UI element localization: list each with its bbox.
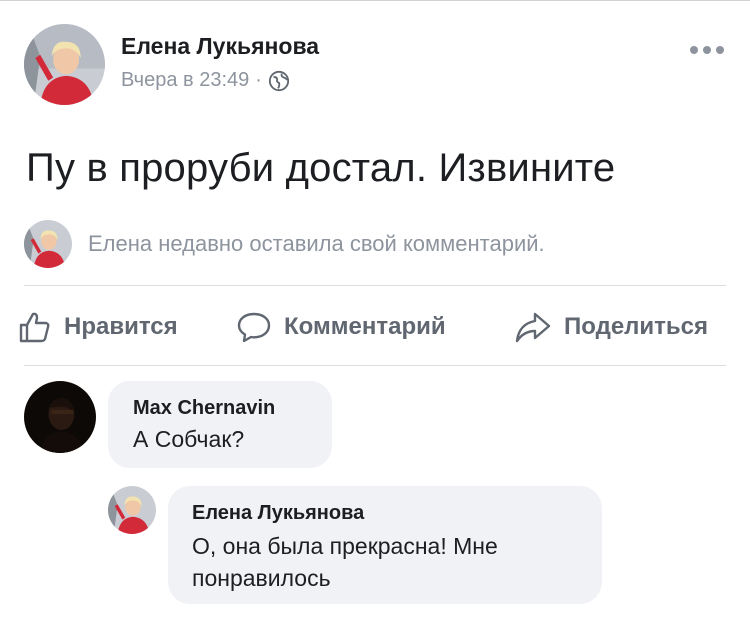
- comment-button[interactable]: Комментарий: [236, 305, 446, 349]
- comment-bubble: Max Chernavin А Собчак?: [108, 381, 332, 468]
- commenter-avatar[interactable]: [24, 381, 96, 453]
- reply-avatar-image: [108, 486, 156, 534]
- comment-label: Комментарий: [284, 313, 446, 340]
- divider-top: [24, 285, 726, 286]
- comment-bubble-icon: [237, 312, 271, 343]
- reply-text-line-1: О, она была прекрасна! Мне: [192, 533, 498, 559]
- author-avatar-image: [24, 24, 105, 105]
- more-options-icon[interactable]: [690, 40, 724, 60]
- more-dot: [716, 46, 724, 54]
- thumbs-up-icon: [19, 312, 50, 343]
- reply-bubble: Елена Лукьянова О, она была прекрасна! М…: [168, 486, 602, 604]
- commenter-avatar-image: [24, 381, 96, 453]
- comment-text: А Собчак?: [133, 426, 245, 452]
- comment-author[interactable]: Max Chernavin: [133, 397, 275, 420]
- reply-author[interactable]: Елена Лукьянова: [192, 502, 364, 525]
- share-label: Поделиться: [564, 313, 709, 340]
- meta-separator: ·: [255, 69, 262, 91]
- like-button[interactable]: Нравится: [18, 305, 178, 349]
- recent-activity-avatar[interactable]: [24, 220, 72, 268]
- recent-activity-avatar-image: [24, 220, 72, 268]
- like-label: Нравится: [64, 313, 178, 340]
- reply-avatar[interactable]: [108, 486, 156, 534]
- more-dot: [703, 46, 711, 54]
- globe-icon: [268, 70, 290, 91]
- author-name[interactable]: Елена Лукьянова: [121, 33, 319, 60]
- top-border: [0, 0, 750, 1]
- author-avatar[interactable]: [24, 24, 105, 105]
- post-text: Пу в проруби достал. Извините: [26, 146, 616, 190]
- share-button[interactable]: Поделиться: [514, 305, 708, 349]
- post-timestamp[interactable]: Вчера в 23:49: [121, 69, 249, 92]
- recent-activity-text: Елена недавно оставила свой комментарий.: [88, 231, 545, 256]
- reply-text-line-2: понравилось: [192, 565, 331, 591]
- divider-bottom: [24, 365, 726, 366]
- post-meta: Вчера в 23:49 ·: [121, 69, 290, 92]
- more-dot: [690, 46, 698, 54]
- share-arrow-icon: [515, 312, 551, 343]
